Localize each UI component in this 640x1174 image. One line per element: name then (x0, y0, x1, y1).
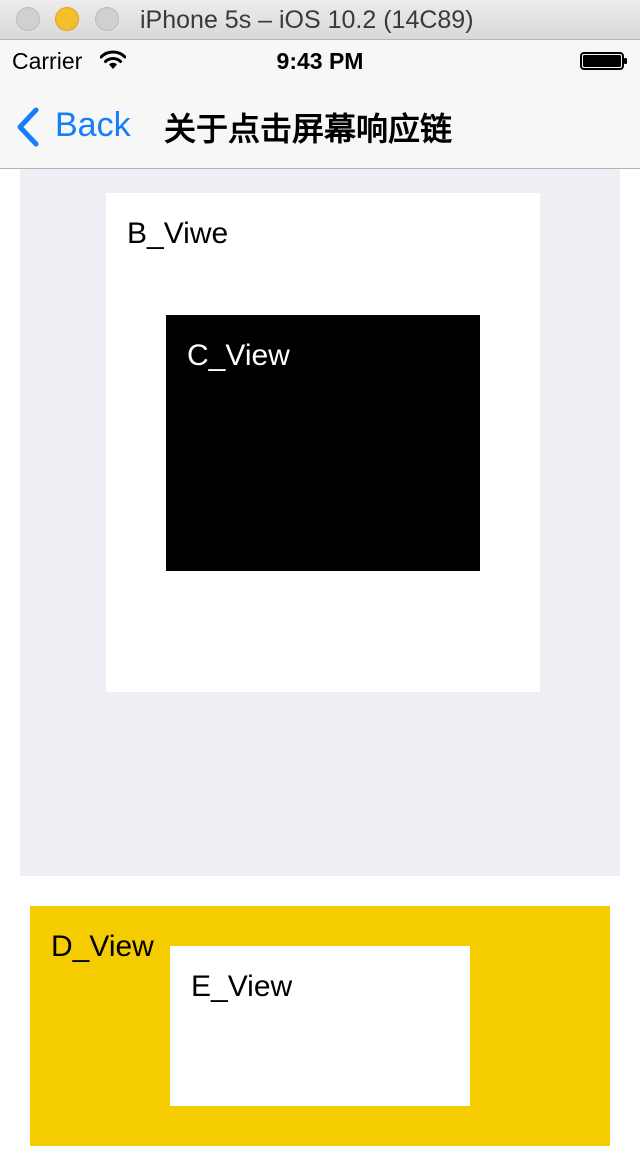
navigation-bar: Back 关于点击屏幕响应链 (0, 82, 640, 169)
e-view-label: E_View (191, 970, 293, 1003)
c-view-label: C_View (187, 339, 290, 372)
c-view[interactable]: C_View (166, 315, 480, 571)
zoom-window-button[interactable] (95, 7, 119, 31)
battery-icon (580, 52, 627, 70)
minimize-window-button[interactable] (55, 7, 79, 31)
status-time: 9:43 PM (276, 48, 364, 74)
e-view[interactable]: E_View (170, 946, 470, 1106)
window-title: iPhone 5s – iOS 10.2 (14C89) (140, 6, 474, 34)
back-button-label: Back (55, 106, 131, 144)
chevron-left-icon (17, 107, 39, 147)
d-view-label: D_View (51, 930, 154, 963)
page-title: 关于点击屏幕响应链 (164, 111, 453, 147)
close-window-button[interactable] (16, 7, 40, 31)
status-bar: Carrier 9:43 PM (0, 40, 640, 82)
window-titlebar: iPhone 5s – iOS 10.2 (14C89) (0, 0, 640, 40)
b-view-label: B_Viwe (127, 217, 229, 250)
